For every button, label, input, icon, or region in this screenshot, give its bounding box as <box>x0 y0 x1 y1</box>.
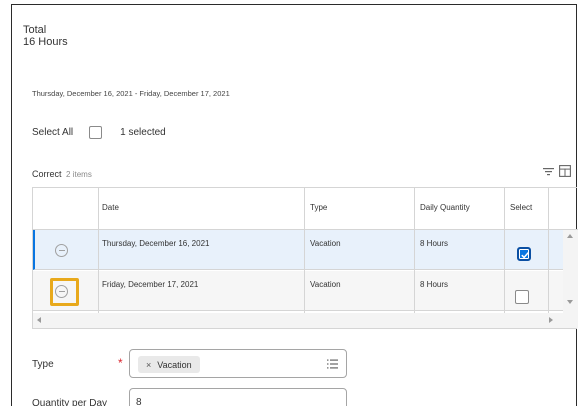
grid-header-row: Date Type Daily Quantity Select <box>33 188 578 230</box>
row-type: Vacation <box>310 280 341 289</box>
remove-row-icon[interactable] <box>55 244 68 257</box>
column-divider <box>414 188 415 313</box>
row-select-checkbox[interactable] <box>517 247 531 261</box>
required-marker: * <box>118 356 123 370</box>
grid-title: Correct 2 items <box>32 169 92 179</box>
selected-count: 1 selected <box>120 126 166 138</box>
type-label: Type <box>32 359 54 370</box>
grid-item-count: 2 items <box>66 170 92 179</box>
checkmark-icon <box>521 252 529 259</box>
total-value: 16 Hours <box>23 36 68 48</box>
column-divider <box>504 188 505 313</box>
scroll-up-icon[interactable] <box>567 234 573 238</box>
list-icon[interactable] <box>327 359 338 369</box>
filter-icon[interactable] <box>543 166 554 177</box>
column-header-select[interactable]: Select <box>510 203 532 212</box>
type-pill[interactable]: × Vacation <box>138 356 200 373</box>
table-view-icon[interactable] <box>559 165 571 177</box>
table-row[interactable]: Thursday, December 16, 2021 Vacation 8 H… <box>33 230 578 270</box>
grid-title-text: Correct <box>32 169 62 179</box>
remove-row-icon[interactable] <box>55 285 68 298</box>
row-daily-quantity: 8 Hours <box>420 239 449 248</box>
horizontal-scrollbar[interactable] <box>33 313 578 328</box>
select-all-checkbox[interactable] <box>89 125 103 139</box>
scroll-right-icon[interactable] <box>549 317 553 323</box>
type-field[interactable]: × Vacation <box>129 349 347 378</box>
vertical-scrollbar[interactable] <box>563 230 578 314</box>
select-all-label: Select All <box>32 126 74 138</box>
row-daily-quantity: 8 Hours <box>420 280 449 289</box>
type-pill-label: Vacation <box>157 359 192 370</box>
total-label: Total <box>23 24 47 36</box>
row-date: Friday, December 17, 2021 <box>102 280 199 289</box>
column-divider <box>98 188 99 313</box>
quantity-label: Quantity per Day <box>32 398 108 406</box>
column-divider <box>548 188 549 313</box>
row-date: Thursday, December 16, 2021 <box>102 239 210 248</box>
column-header-daily-quantity[interactable]: Daily Quantity <box>420 203 470 212</box>
select-all-row: Select All 1 selected <box>32 124 166 140</box>
table-row[interactable]: Friday, December 17, 2021 Vacation 8 Hou… <box>33 271 578 311</box>
scroll-left-icon[interactable] <box>37 317 41 323</box>
remove-pill-icon[interactable]: × <box>146 360 151 370</box>
scroll-down-icon[interactable] <box>567 300 573 304</box>
column-header-type[interactable]: Type <box>310 203 327 212</box>
date-range: Thursday, December 16, 2021 - Friday, De… <box>32 89 230 98</box>
column-header-date[interactable]: Date <box>102 203 119 212</box>
quantity-field[interactable]: 8 <box>129 388 347 406</box>
row-type: Vacation <box>310 239 341 248</box>
column-divider <box>304 188 305 313</box>
correct-grid: Date Type Daily Quantity Select Thursday… <box>32 187 578 329</box>
row-select-checkbox[interactable] <box>515 290 529 304</box>
quantity-value[interactable]: 8 <box>136 397 142 406</box>
